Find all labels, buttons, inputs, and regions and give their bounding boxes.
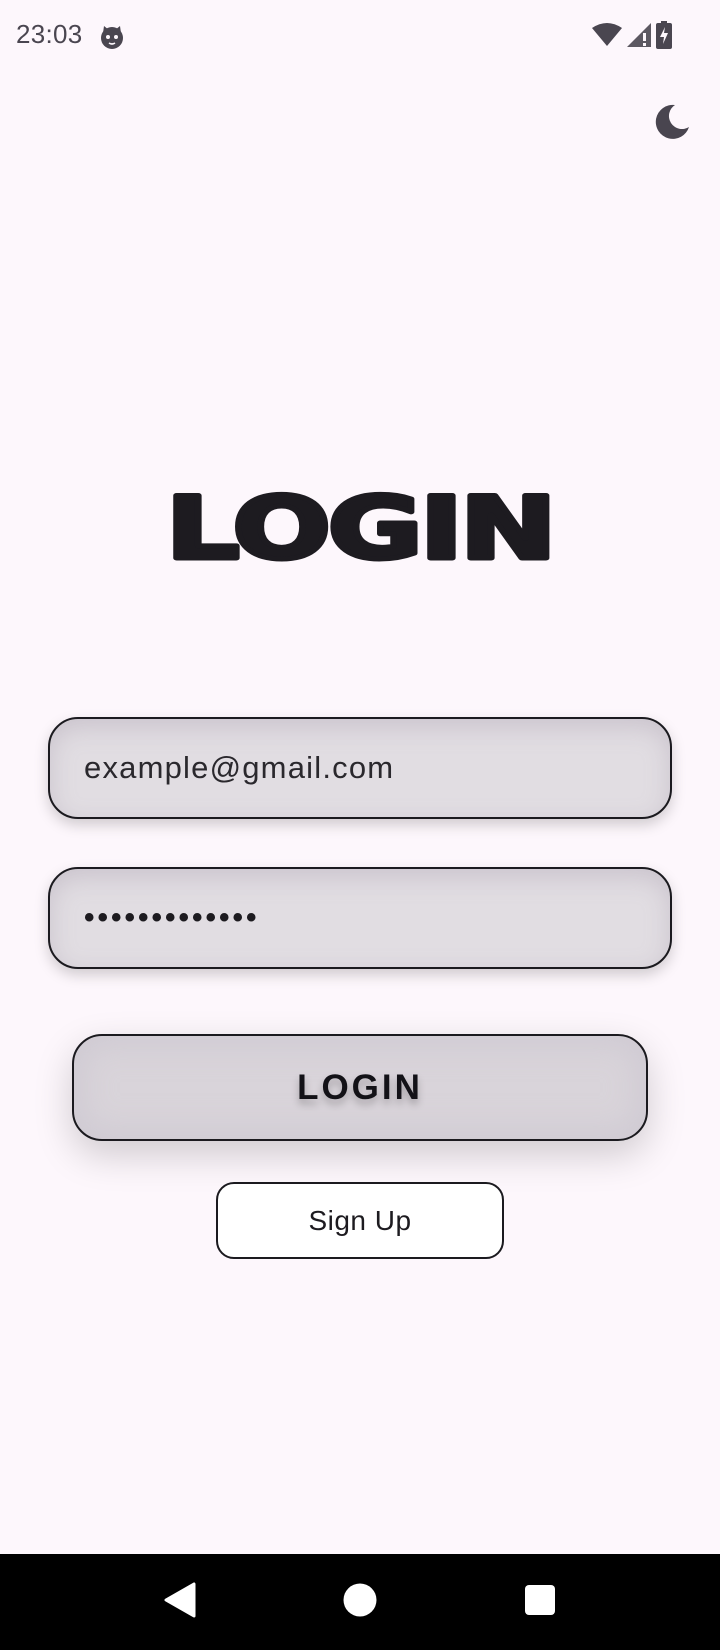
wifi-icon (592, 23, 622, 52)
status-time: 23:03 (16, 19, 83, 49)
signal-no-data-icon (626, 22, 652, 53)
home-button[interactable] (315, 1554, 405, 1650)
back-button[interactable] (135, 1554, 225, 1650)
email-input[interactable] (50, 719, 670, 817)
login-button-label: LOGIN (297, 1067, 423, 1107)
status-bar: 23:03 (0, 0, 720, 74)
page-title-text: LOGIN (164, 477, 559, 582)
signup-button-label: Sign Up (308, 1204, 412, 1236)
password-input[interactable]: ••••••••••••• (50, 901, 260, 935)
recents-button[interactable] (495, 1554, 585, 1650)
password-field[interactable]: ••••••••••••• (48, 867, 672, 969)
home-icon (343, 1583, 377, 1622)
cat-app-icon (99, 24, 125, 50)
back-icon (163, 1582, 197, 1623)
theme-toggle-button[interactable] (650, 102, 694, 146)
signup-button[interactable]: Sign Up (216, 1182, 504, 1259)
page-title: LOGIN (0, 477, 720, 582)
status-icons (592, 21, 672, 54)
moon-icon (653, 103, 691, 146)
battery-charging-icon (656, 21, 672, 54)
svg-text:LOGIN: LOGIN (166, 479, 554, 579)
system-nav-bar (0, 1554, 720, 1650)
login-screen: 23:03 LOGIN example@gmail.com ••••••••••… (0, 0, 720, 1650)
login-button[interactable]: LOGIN (72, 1034, 648, 1141)
recents-icon (525, 1584, 555, 1620)
email-field[interactable] (48, 717, 672, 819)
